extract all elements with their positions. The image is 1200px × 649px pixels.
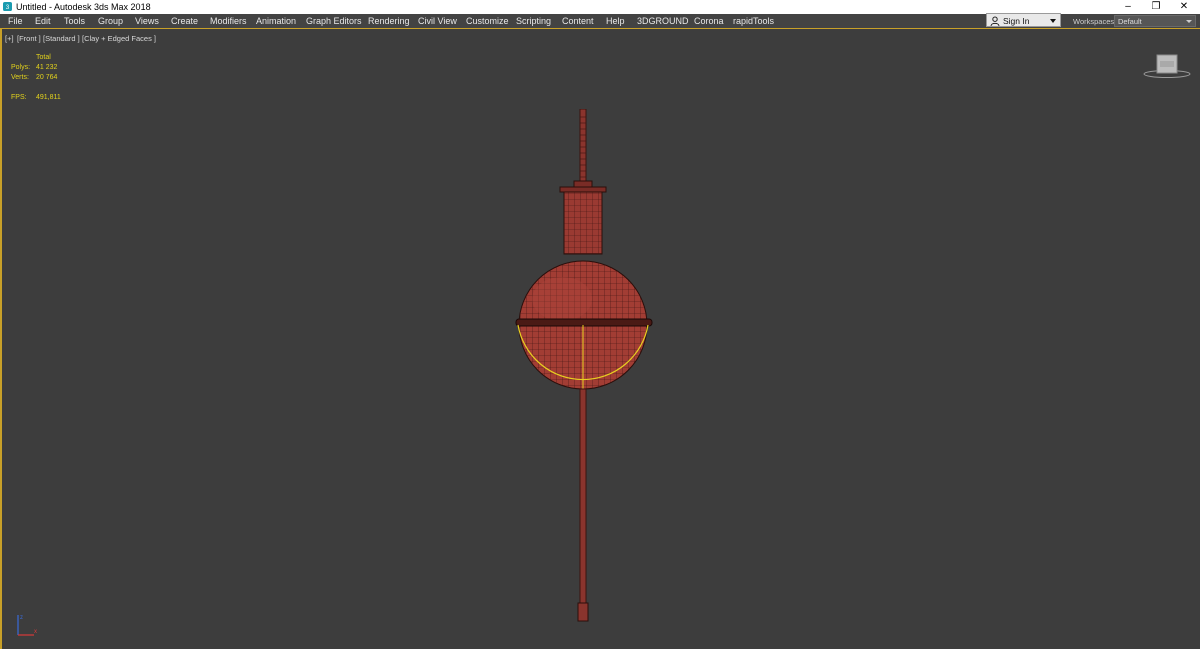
menu-animation[interactable]: Animation (256, 16, 296, 26)
menu-rapidtools[interactable]: rapidTools (733, 16, 774, 26)
window-title: Untitled - Autodesk 3ds Max 2018 (16, 2, 151, 12)
workspaces-select[interactable]: Default (1114, 15, 1196, 27)
sign-in-dropdown[interactable]: Sign In (986, 13, 1061, 27)
front-viewport[interactable]: [+] [Front ] [Standard ] [Clay + Edged F… (0, 29, 1200, 649)
menu-file[interactable]: File (8, 16, 23, 26)
menu-edit[interactable]: Edit (35, 16, 51, 26)
workspaces-label: Workspaces: (1073, 17, 1117, 26)
chevron-down-icon (1050, 19, 1056, 23)
viewport-shading-standard-label[interactable]: [Standard ] (43, 34, 80, 43)
user-icon (990, 16, 1000, 26)
close-button[interactable]: ✕ (1170, 0, 1198, 14)
menu-content[interactable]: Content (562, 16, 594, 26)
menu-3dground[interactable]: 3DGROUND (637, 16, 689, 26)
viewport-display-mode-label[interactable]: [Clay + Edged Faces ] (82, 34, 156, 43)
stats-polys-label: Polys: (11, 64, 31, 71)
stats-verts-label: Verts: (11, 74, 29, 81)
menu-modifiers[interactable]: Modifiers (210, 16, 247, 26)
menu-customize[interactable]: Customize (466, 16, 509, 26)
menu-graph-editors[interactable]: Graph Editors (306, 16, 362, 26)
svg-text:x: x (34, 629, 37, 635)
menu-group[interactable]: Group (98, 16, 123, 26)
3ds-max-logo-icon: 3 (3, 2, 12, 11)
menu-rendering[interactable]: Rendering (368, 16, 410, 26)
stats-total-label: Total (36, 54, 51, 61)
menu-views[interactable]: Views (135, 16, 159, 26)
chevron-down-icon (1186, 20, 1192, 23)
title-bar: 3 Untitled - Autodesk 3ds Max 2018 – ❐ ✕ (0, 0, 1200, 14)
workspaces-value: Default (1118, 17, 1142, 26)
minimize-button[interactable]: – (1114, 0, 1142, 14)
stats-fps-label: FPS: (11, 94, 27, 101)
viewcube-icon[interactable] (1142, 52, 1192, 80)
viewport-point-of-view-label[interactable]: [Front ] (17, 34, 41, 43)
axis-tripod-icon: z x (17, 615, 37, 636)
sign-in-label: Sign In (1003, 16, 1030, 26)
viewport-menu-label[interactable]: [+] (5, 34, 14, 43)
stats-polys-value: 41 232 (36, 64, 58, 71)
menu-scripting[interactable]: Scripting (516, 16, 551, 26)
svg-text:z: z (20, 615, 23, 621)
menu-help[interactable]: Help (606, 16, 625, 26)
lamp-model[interactable] (502, 109, 672, 629)
restore-button[interactable]: ❐ (1142, 0, 1170, 14)
menu-tools[interactable]: Tools (64, 16, 85, 26)
menu-create[interactable]: Create (171, 16, 198, 26)
stats-verts-value: 20 764 (36, 74, 58, 81)
menu-corona[interactable]: Corona (694, 16, 724, 26)
svg-text:3: 3 (6, 4, 10, 11)
menu-civil-view[interactable]: Civil View (418, 16, 457, 26)
stats-fps-value: 491,811 (36, 94, 61, 101)
